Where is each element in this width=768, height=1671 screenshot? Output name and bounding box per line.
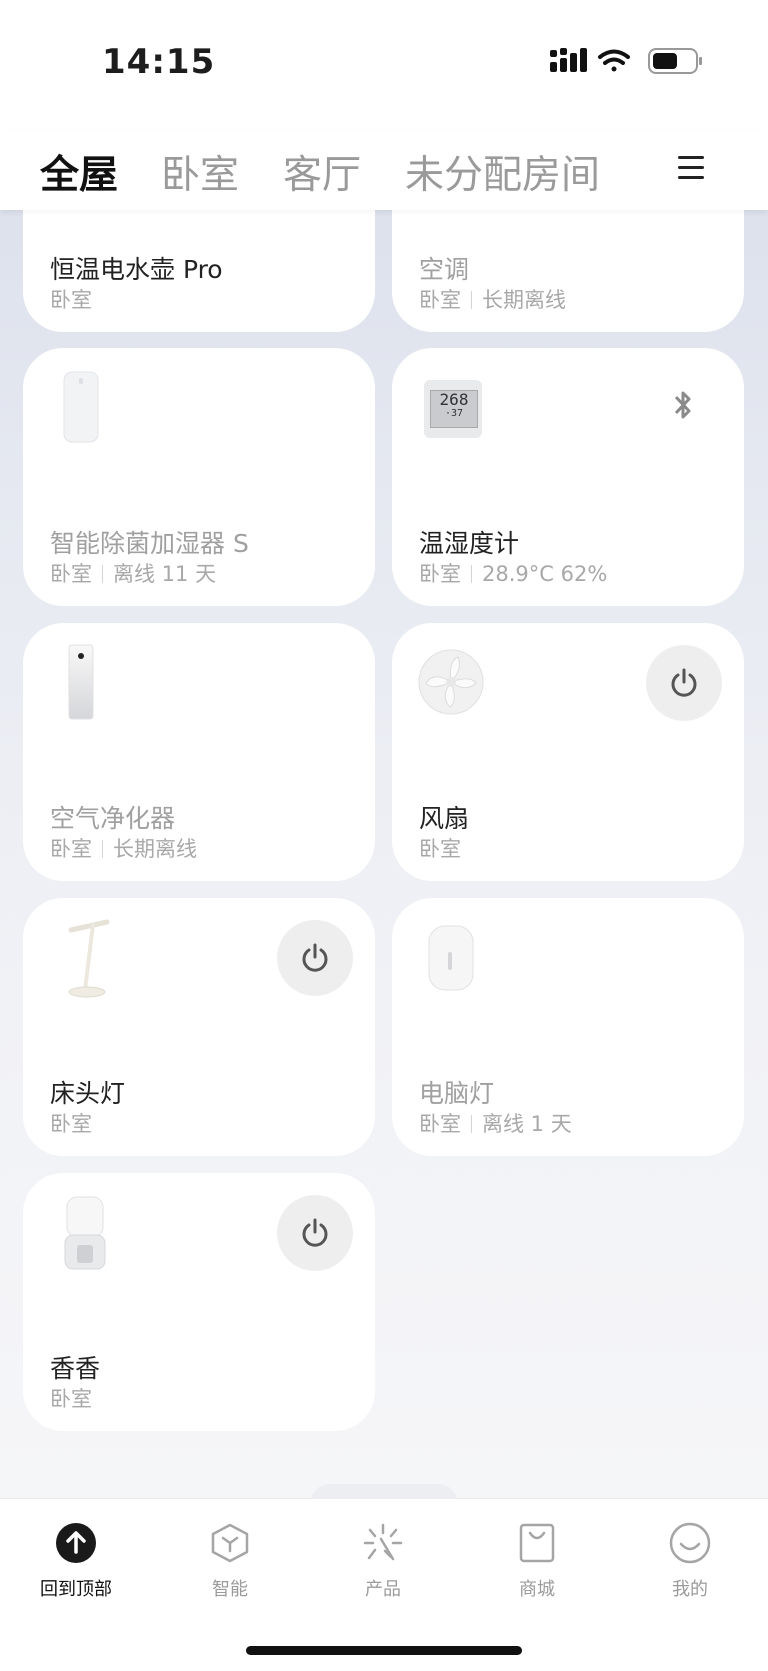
nav-label: 智能 [212,1579,248,1600]
device-name: 床头灯 [50,1079,126,1108]
thermo-display-temp: 268 [439,390,469,409]
fan-image [418,649,484,715]
smiley-icon [668,1521,712,1565]
power-icon [302,943,328,972]
menu-icon[interactable] [676,156,708,182]
nav-label: 回到顶部 [40,1579,112,1600]
nav-label: 我的 [672,1579,708,1600]
air-purifier-image [68,644,94,720]
wifi-icon [598,49,630,72]
power-icon [302,1218,328,1247]
home-indicator[interactable] [246,1646,522,1655]
device-card-computer-lamp[interactable]: 电脑灯 卧室 离线 1 天 [392,898,744,1156]
device-name: 智能除菌加湿器 S [50,529,249,558]
status-icons [550,48,702,74]
bluetooth-icon [674,391,691,419]
device-room: 卧室 [419,837,461,861]
humidifier-image [63,371,99,443]
thermometer-image: 268 ·37 [424,380,482,438]
status-time: 14:15 [102,42,216,82]
desk-lamp-image [68,919,110,998]
device-name: 空气净化器 [50,804,176,833]
bedside-lamp-power-button[interactable] [277,920,353,996]
signal-icon [550,48,587,72]
device-name: 空调 [419,255,470,284]
device-status: 卧室 长期离线 [419,288,566,312]
nav-label: 商城 [519,1579,555,1600]
tab-living-room[interactable]: 客厅 [283,144,361,200]
room-tabs-overlay: 全屋 卧室 客厅 未分配房间 [0,130,768,210]
device-status: 卧室 离线 1 天 [419,1112,572,1136]
power-icon [671,668,697,697]
fan-power-button[interactable] [646,645,722,721]
shopping-bag-icon [515,1521,559,1565]
tab-all-rooms[interactable]: 全屋 [40,144,118,200]
device-status: 卧室 离线 11 天 [50,562,217,586]
nav-label: 产品 [365,1579,401,1600]
diffuser-power-button[interactable] [277,1195,353,1271]
diffuser-image [64,1196,106,1270]
device-name: 温湿度计 [419,529,520,558]
nav-store[interactable]: 商城 [477,1521,597,1601]
battery-icon [648,48,702,74]
cube-icon [208,1521,252,1565]
device-name: 风扇 [419,804,470,833]
device-card-bedside-lamp[interactable]: 床头灯 卧室 [23,898,375,1156]
status-bar-overlay: 14:15 [0,0,768,130]
device-card-air-purifier[interactable]: 空气净化器 卧室 长期离线 [23,623,375,881]
nav-smart[interactable]: 智能 [170,1521,290,1601]
device-card-fan[interactable]: 风扇 卧室 [392,623,744,881]
arrow-up-icon [54,1521,98,1565]
nav-me[interactable]: 我的 [630,1521,750,1601]
device-name: 恒温电水壶 Pro [50,255,223,284]
device-status: 卧室 28.9°C 62% [419,562,608,586]
thermo-display-humidity: ·37 [444,408,464,419]
device-card-diffuser[interactable]: 香香 卧室 [23,1173,375,1431]
lamp-image [428,925,474,991]
device-name: 香香 [50,1354,101,1383]
nav-back-to-top[interactable]: 回到顶部 [16,1521,136,1601]
device-status: 卧室 长期离线 [50,837,197,861]
device-card-thermometer[interactable]: 268 ·37 温湿度计 卧室 28.9°C 62% [392,348,744,606]
device-room: 卧室 [50,288,92,312]
device-card-humidifier[interactable]: 智能除菌加湿器 S 卧室 离线 11 天 [23,348,375,606]
device-room: 卧室 [50,1112,92,1136]
device-room: 卧室 [50,1387,92,1411]
sparkle-icon [361,1521,405,1565]
device-name: 电脑灯 [419,1079,495,1108]
tab-bedroom[interactable]: 卧室 [161,144,239,200]
nav-products[interactable]: 产品 [323,1521,443,1601]
tab-unassigned[interactable]: 未分配房间 [405,144,600,200]
